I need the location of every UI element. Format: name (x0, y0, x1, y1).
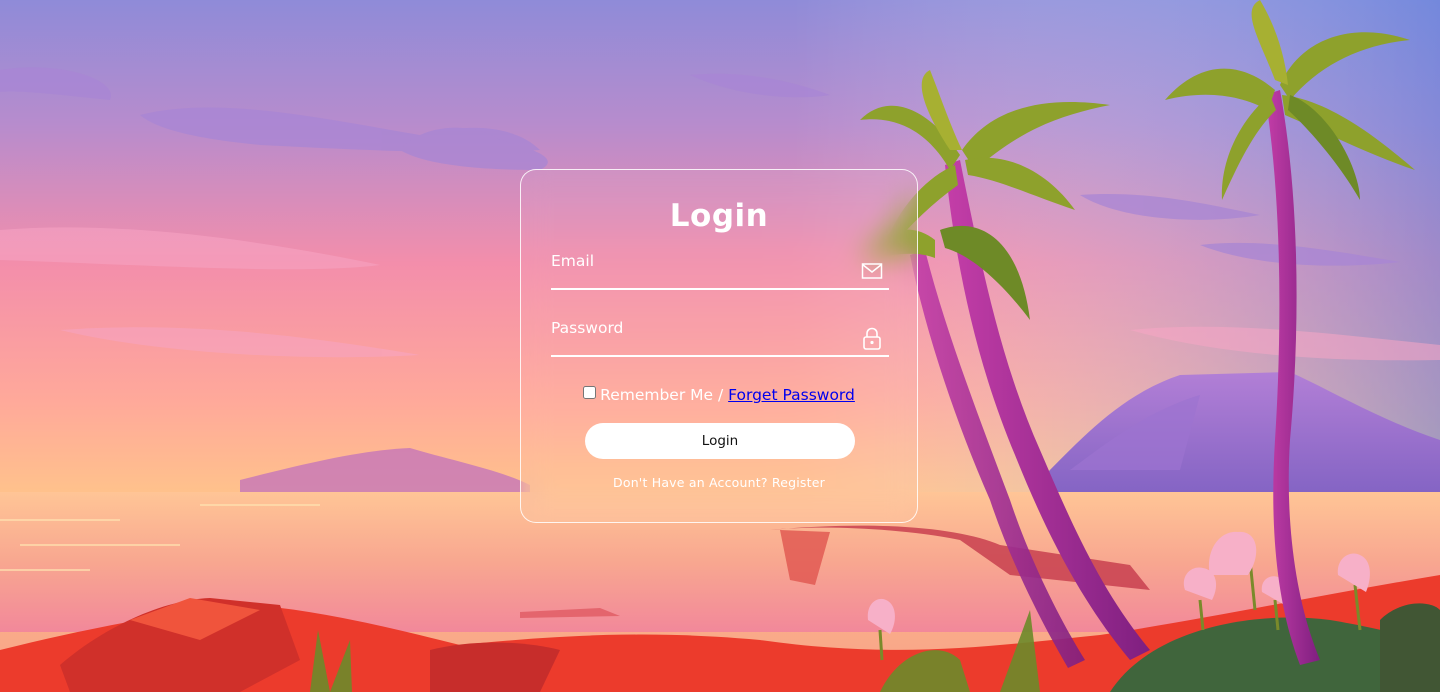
lock-icon (861, 327, 883, 350)
forget-password-link[interactable]: Forget Password (728, 386, 855, 404)
register-link[interactable]: Register (772, 475, 825, 490)
login-card: Login Email Password Remember Me / Forge… (520, 169, 918, 523)
register-row: Don't Have an Account? Register (521, 475, 917, 490)
password-field[interactable]: Password (551, 317, 889, 357)
login-title: Login (669, 198, 769, 234)
remember-me-checkbox[interactable] (583, 386, 597, 399)
email-field[interactable]: Email (551, 250, 889, 290)
login-button[interactable]: Login (585, 423, 855, 459)
password-input[interactable] (551, 317, 851, 353)
remember-me-label[interactable]: Remember Me (600, 386, 713, 404)
remember-separator: / (713, 386, 729, 404)
email-input[interactable] (551, 250, 851, 286)
no-account-text: Don't Have an Account? (613, 475, 768, 490)
remember-row: Remember Me / Forget Password (521, 386, 917, 404)
envelope-icon (861, 260, 883, 282)
